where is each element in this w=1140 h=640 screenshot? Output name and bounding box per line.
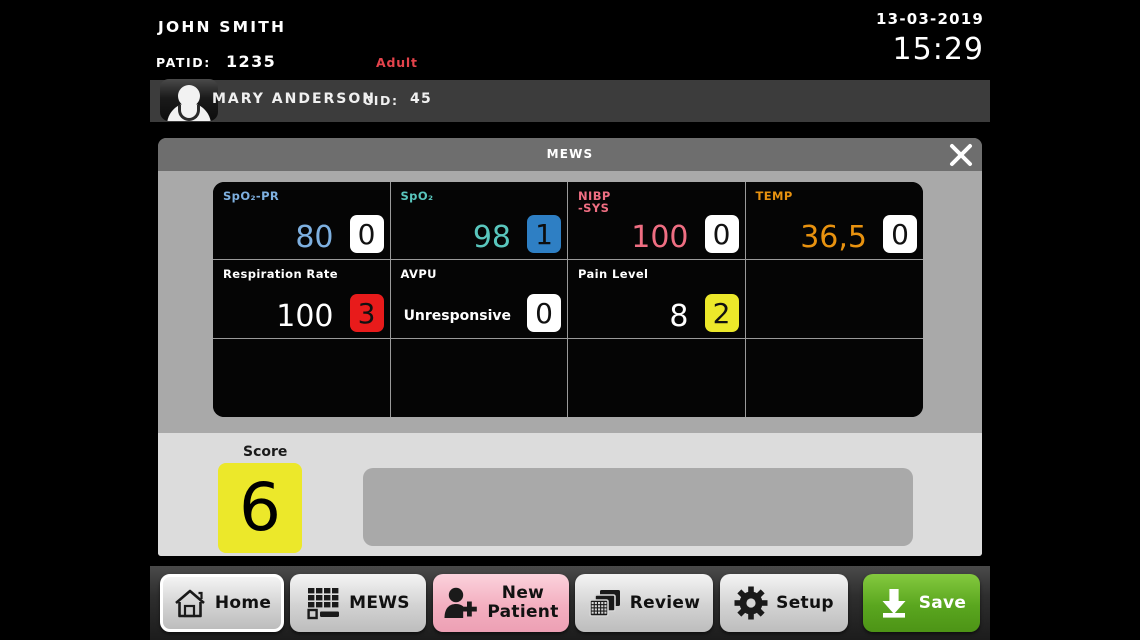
parameter-score-badge: 0 (883, 215, 917, 253)
parameter-label: Respiration Rate (223, 267, 338, 281)
nav-button-setup[interactable]: Setup (720, 574, 848, 632)
parameter-score-badge: 2 (704, 294, 739, 332)
nav-button-label: MEWS (349, 592, 410, 613)
clinician-name: MARY ANDERSON (212, 91, 377, 107)
right-bezel (990, 0, 1140, 640)
patid-value: 1235 (226, 52, 277, 71)
dialog-title-bar: MEWS (158, 138, 982, 171)
nav-button-label: Setup (776, 592, 834, 613)
parameter-score-badge: 3 (349, 294, 384, 332)
nav-button-save[interactable]: Save (863, 574, 980, 632)
nav-button-label: Save (918, 592, 967, 613)
parameter-value: 100 (276, 299, 334, 334)
nav-button-label: Home (214, 592, 272, 613)
parameter-value: 8 (669, 299, 689, 334)
device-content: JOHN SMITH PATID: 1235 Adult 13-03-2019 … (150, 0, 990, 640)
nav-button-new-patient[interactable]: New Patient (433, 574, 569, 632)
add-person-icon (443, 587, 479, 619)
parameter-cell[interactable]: Pain Level 8 2 (568, 260, 746, 339)
nav-button-mews[interactable]: MEWS (290, 574, 426, 632)
dialog-title-text: MEWS (546, 147, 594, 161)
patid-label: PATID: (156, 55, 211, 70)
parameter-grid: SpO₂-PR 80 0 SpO₂ 98 1 NIBP -SYS 100 0 TEMP 36,5 0 R… (213, 182, 923, 417)
cid-value: 45 (410, 91, 432, 107)
parameter-cell[interactable] (745, 339, 923, 417)
nav-button-label: Review (629, 592, 701, 613)
parameter-cell[interactable] (213, 339, 391, 417)
mews-dialog: MEWS SpO₂-PR 80 0 SpO₂ 98 1 NIBP -SYS 100 0 TEMP 3… (158, 138, 982, 556)
parameter-value: 98 (472, 220, 511, 255)
parameter-value: 100 (631, 220, 689, 255)
parameter-cell[interactable]: NIBP -SYS 100 0 (568, 182, 746, 260)
parameter-score-badge: 0 (349, 215, 384, 253)
score-detail-bar[interactable] (363, 468, 913, 546)
date-display: 13-03-2019 (876, 10, 984, 28)
review-pages-icon (588, 588, 622, 618)
parameter-score-badge: 0 (704, 215, 739, 253)
patient-name: JOHN SMITH (158, 18, 287, 36)
nav-button-label: New Patient (487, 583, 559, 622)
parameter-label: SpO₂-PR (223, 189, 280, 203)
clinician-avatar-icon (160, 79, 218, 121)
parameter-label: SpO₂ (400, 189, 434, 203)
parameter-cell[interactable]: TEMP 36,5 0 (745, 182, 923, 260)
download-save-icon (877, 587, 911, 619)
left-bezel (0, 0, 150, 640)
parameter-cell[interactable]: AVPU Unresponsive 0 (390, 260, 568, 339)
parameter-cell[interactable]: SpO₂ 98 1 (390, 182, 568, 260)
parameter-cell[interactable] (745, 260, 923, 339)
parameter-label: TEMP (755, 189, 793, 203)
parameter-cell[interactable]: Respiration Rate 100 3 (213, 260, 391, 339)
monitor-screen: JOHN SMITH PATID: 1235 Adult 13-03-2019 … (0, 0, 1140, 640)
time-display: 15:29 (892, 32, 984, 67)
close-icon[interactable] (946, 140, 976, 170)
parameter-value: Unresponsive (403, 308, 511, 324)
patient-type-badge: Adult (376, 55, 418, 70)
parameter-cell[interactable] (568, 339, 746, 417)
nav-button-home[interactable]: Home (160, 574, 284, 632)
parameter-score-badge: 1 (527, 215, 561, 253)
parameter-label: NIBP -SYS (578, 189, 611, 215)
home-icon (173, 587, 207, 619)
score-label: Score (243, 444, 288, 460)
grid-table-icon (306, 586, 341, 620)
parameter-value: 36,5 (800, 220, 867, 255)
clinician-bar: MARY ANDERSON CID: 45 (150, 79, 990, 122)
gear-icon (734, 586, 768, 620)
parameter-label: AVPU (400, 267, 437, 281)
parameter-label: Pain Level (578, 267, 649, 281)
score-panel: Score 6 (158, 433, 982, 556)
parameter-cell[interactable] (390, 339, 568, 417)
cid-label: CID: (363, 93, 399, 108)
nav-button-review[interactable]: Review (575, 574, 713, 632)
parameter-score-badge: 0 (527, 294, 561, 332)
parameter-cell[interactable]: SpO₂-PR 80 0 (213, 182, 391, 260)
patient-header: JOHN SMITH PATID: 1235 Adult 13-03-2019 … (150, 0, 990, 80)
bottom-nav-bar: Home MEWS New Patient Review Setup Save (150, 566, 990, 640)
parameter-value: 80 (295, 220, 334, 255)
total-score-badge: 6 (218, 463, 302, 553)
